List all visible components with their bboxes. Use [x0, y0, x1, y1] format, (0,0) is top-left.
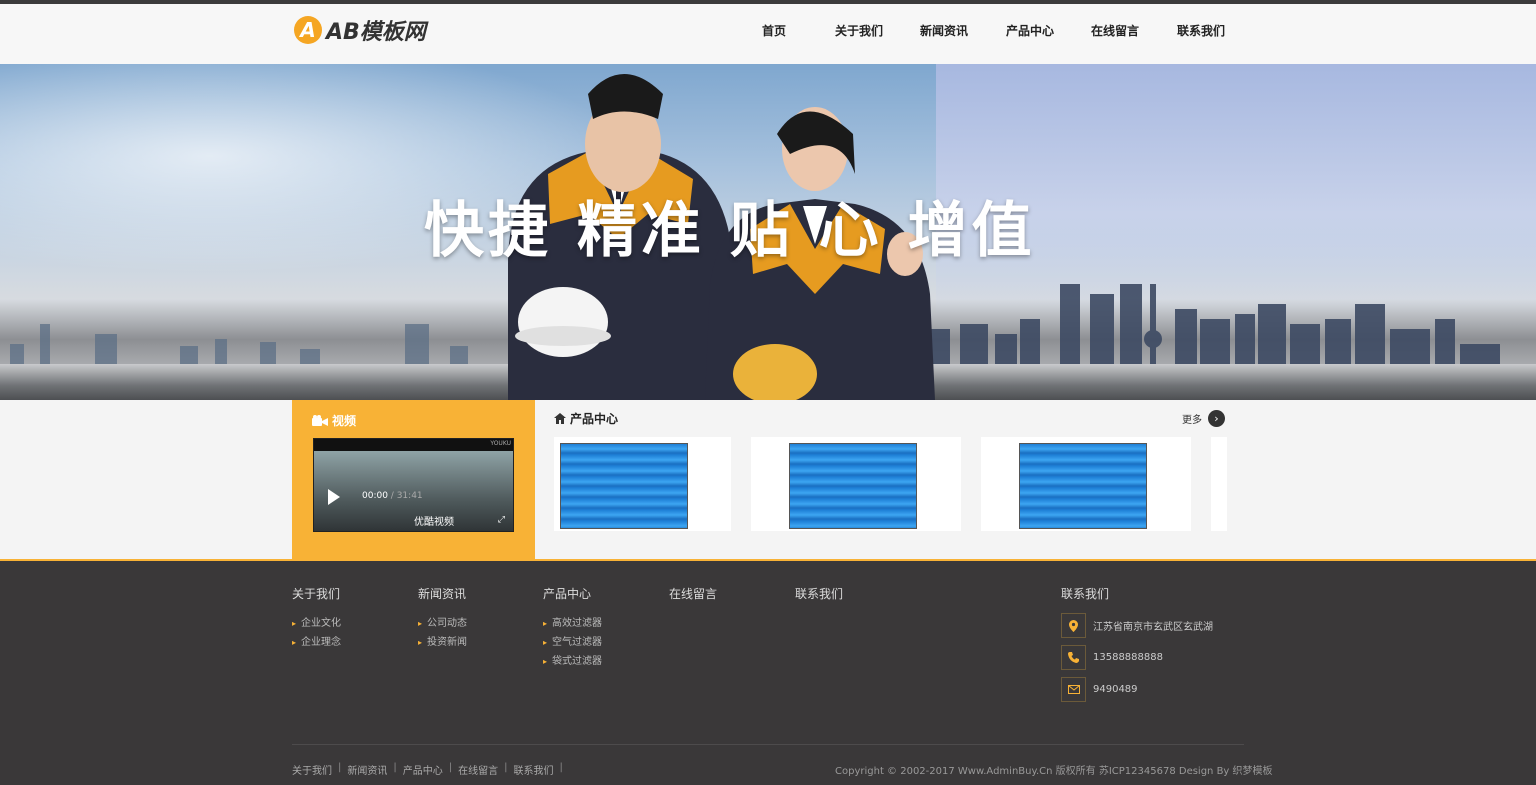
footer-col-message[interactable]: 在线留言	[669, 585, 717, 602]
banner-slogan: 快捷 精准 贴 心 增值	[424, 196, 1036, 266]
logo-text: AB模板网	[326, 20, 426, 45]
product-image	[789, 443, 917, 529]
nav-contact[interactable]: 联系我们	[1177, 22, 1225, 39]
arrow-right-icon[interactable]: ›	[1208, 410, 1225, 427]
footer-link[interactable]: 公司动态	[418, 614, 467, 629]
video-player[interactable]: YOUKU 00:00 / 31:41 优酷视频 ⤢	[313, 438, 514, 532]
video-current-time: 00:00	[362, 491, 388, 501]
nav-home[interactable]: 首页	[762, 22, 786, 39]
bottom-link[interactable]: 产品中心	[403, 762, 443, 777]
products-heading: 产品中心	[554, 410, 618, 427]
nav-about[interactable]: 关于我们	[835, 22, 883, 39]
footer-col-products[interactable]: 产品中心	[543, 585, 591, 602]
site-logo[interactable]: A AB模板网	[294, 14, 426, 46]
bottom-link[interactable]: 关于我们	[292, 762, 332, 777]
more-label: 更多	[1182, 415, 1202, 426]
bottom-links: 关于我们 | 新闻资讯 | 产品中心 | 在线留言 | 联系我们 |	[292, 762, 563, 777]
product-card[interactable]	[1211, 437, 1227, 531]
video-title-label: 视频	[332, 414, 357, 428]
footer-link[interactable]: 空气过滤器	[543, 633, 602, 648]
footer-divider	[292, 744, 1244, 745]
nav-message[interactable]: 在线留言	[1091, 22, 1139, 39]
bottom-link[interactable]: 新闻资讯	[347, 762, 387, 777]
video-total-time: 31:41	[396, 491, 423, 501]
contact-address: 江苏省南京市玄武区玄武湖	[1061, 613, 1213, 638]
fullscreen-icon[interactable]: ⤢	[498, 515, 505, 525]
logo-badge: A	[294, 16, 322, 44]
bottom-link[interactable]: 联系我们	[514, 762, 554, 777]
play-icon[interactable]	[328, 489, 340, 505]
hero-banner[interactable]: 快捷 精准 贴 心 增值	[0, 64, 1536, 400]
footer-link[interactable]: 高效过滤器	[543, 614, 602, 629]
video-title: 视频	[312, 412, 356, 429]
video-player-logo: 优酷视频	[414, 517, 454, 528]
footer-col-contact[interactable]: 联系我们	[795, 585, 843, 602]
footer-link[interactable]: 企业理念	[292, 633, 341, 648]
site-footer	[0, 559, 1536, 785]
footer-link[interactable]: 企业文化	[292, 614, 341, 629]
product-card[interactable]	[554, 437, 731, 531]
mail-icon	[1061, 677, 1086, 702]
video-top-bar: YOUKU	[314, 439, 513, 451]
video-brand: YOUKU	[490, 440, 511, 447]
products-title: 产品中心	[570, 412, 619, 426]
video-time: 00:00 / 31:41	[362, 491, 423, 501]
more-link[interactable]: 更多 ›	[1182, 410, 1225, 427]
link-separator: |	[559, 762, 563, 773]
video-camera-icon	[312, 414, 328, 426]
copyright: Copyright © 2002-2017 Www.AdminBuy.Cn 版权…	[835, 766, 1273, 777]
contact-fax: 9490489	[1061, 677, 1138, 702]
contact-phone: 13588888888	[1061, 645, 1163, 670]
footer-col-about[interactable]: 关于我们	[292, 585, 340, 602]
bottom-link[interactable]: 在线留言	[458, 762, 498, 777]
video-time-separator: /	[387, 491, 397, 501]
link-separator: |	[504, 762, 508, 773]
footer-link[interactable]: 投资新闻	[418, 633, 467, 648]
footer-link[interactable]: 袋式过滤器	[543, 652, 602, 667]
nav-news[interactable]: 新闻资讯	[920, 22, 968, 39]
footer-col-news[interactable]: 新闻资讯	[418, 585, 466, 602]
link-separator: |	[393, 762, 397, 773]
product-image	[560, 443, 688, 529]
home-icon	[554, 413, 566, 424]
contact-phone-text: 13588888888	[1093, 652, 1163, 663]
contact-title: 联系我们	[1061, 587, 1110, 601]
link-separator: |	[338, 762, 342, 773]
location-pin-icon	[1061, 613, 1086, 638]
phone-icon	[1061, 645, 1086, 670]
product-card[interactable]	[981, 437, 1191, 531]
nav-products[interactable]: 产品中心	[1006, 22, 1054, 39]
contact-fax-text: 9490489	[1093, 684, 1138, 695]
product-image	[1019, 443, 1147, 529]
contact-address-text: 江苏省南京市玄武区玄武湖	[1093, 622, 1213, 633]
product-card[interactable]	[751, 437, 961, 531]
link-separator: |	[448, 762, 453, 773]
